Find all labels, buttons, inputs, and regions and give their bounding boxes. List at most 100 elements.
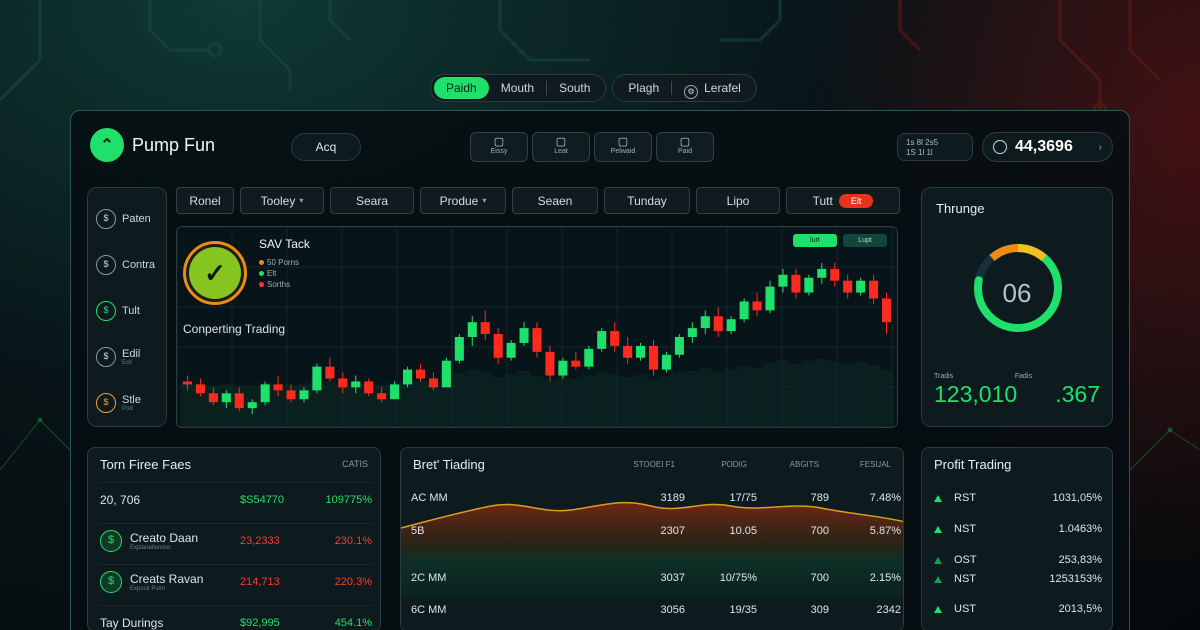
tool-button[interactable]: ▢ Pelwaid [594, 132, 652, 162]
row-name-label: Tay Durings [100, 615, 164, 630]
table-row[interactable]: RST 1031,05% [934, 489, 1102, 507]
table-row[interactable]: 2C MM 3037 10/75% 700 2.15% [411, 568, 901, 588]
row-name: Tay Durings [100, 616, 240, 630]
filter-tab[interactable]: Tooley ▾ [240, 187, 324, 214]
candle[interactable] [454, 334, 464, 364]
candle[interactable] [739, 298, 749, 323]
candle[interactable] [843, 274, 853, 299]
candle[interactable] [804, 274, 814, 296]
filter-tab[interactable]: Tutt Elt [786, 187, 900, 214]
row-name: 2C MM [411, 572, 447, 584]
app-logo[interactable]: ⌃ Pump Fun [90, 128, 215, 162]
chart-toggle[interactable]: lurt [793, 234, 837, 247]
top-nav-item[interactable]: ⚙ Lerafel [672, 77, 753, 99]
volume-bar [776, 360, 790, 427]
candle[interactable] [830, 262, 840, 287]
sidebar-item[interactable]: $ Tult [88, 288, 166, 334]
column-header: STOOEI F1 [633, 460, 675, 469]
filter-tab[interactable]: Lipo [696, 187, 780, 214]
candle[interactable] [519, 322, 529, 346]
candle[interactable] [765, 280, 775, 314]
table-row[interactable]: $ Creats Ravan Exposit Pstrn 214,713 220.3% [100, 564, 372, 598]
candle[interactable] [506, 339, 516, 361]
table-row[interactable]: OST 253,83% [934, 551, 1102, 569]
candle[interactable] [881, 292, 892, 335]
tool-button[interactable]: ▢ Leat [532, 132, 590, 162]
row-value: 2013,5% [1058, 603, 1102, 615]
table-row[interactable]: $ Creato Daan Explanationdoc 23,2333 230.1% [100, 523, 372, 557]
candle[interactable] [312, 363, 322, 394]
legend-dot [259, 271, 264, 276]
filter-tab[interactable]: Seaen [512, 187, 598, 214]
row-name: NST [954, 573, 976, 585]
table-row[interactable]: NST 1253153% [934, 570, 1102, 588]
candle[interactable] [636, 342, 646, 361]
candle[interactable] [260, 381, 270, 406]
volume-bar [608, 374, 622, 427]
dollar-icon: $ [96, 209, 116, 229]
candle[interactable] [325, 357, 335, 382]
candle[interactable] [700, 310, 710, 335]
balance-display[interactable]: 44,3696 › [982, 132, 1113, 162]
candle[interactable] [674, 334, 684, 358]
chart-toggle[interactable]: Lupt [843, 234, 887, 247]
sidebar-item[interactable]: $ Contra [88, 242, 166, 288]
candle[interactable] [545, 345, 555, 382]
top-nav-item[interactable]: South [547, 77, 602, 99]
candle[interactable] [441, 357, 451, 388]
candle-body [480, 322, 490, 335]
candle[interactable] [648, 339, 659, 376]
table-row[interactable]: 5B 2307 10.05 700 5.87% [411, 521, 901, 541]
candle[interactable] [713, 307, 723, 337]
candle[interactable] [403, 366, 413, 388]
candle[interactable] [571, 351, 581, 370]
candle[interactable] [661, 351, 671, 373]
candle[interactable] [532, 322, 542, 358]
sidebar-item[interactable]: $ Stle Pod [88, 380, 166, 426]
table-row[interactable]: AC MM 3189 17/75 789 7.48% [411, 488, 901, 508]
top-nav-item[interactable]: Mouth [489, 77, 546, 99]
candle[interactable] [597, 328, 607, 352]
filter-tab[interactable]: Ronel [176, 187, 234, 214]
filter-tab[interactable]: Tunday [604, 187, 690, 214]
candle[interactable] [687, 322, 697, 343]
candle[interactable] [584, 345, 594, 370]
candle[interactable] [778, 268, 788, 293]
sidebar-item[interactable]: $ Paten [88, 196, 166, 242]
top-nav-item[interactable]: Paidh [434, 77, 489, 99]
table-row[interactable]: NST 1.0463% [934, 520, 1102, 538]
candle[interactable] [791, 268, 801, 299]
candle[interactable] [558, 357, 568, 379]
tool-button[interactable]: ▢ Eissy [470, 132, 528, 162]
candle[interactable] [493, 328, 503, 364]
filter-tab[interactable]: Seara [330, 187, 414, 214]
candle[interactable] [480, 310, 490, 340]
candle[interactable] [467, 316, 477, 346]
acq-button[interactable]: Acq [291, 133, 361, 161]
candle[interactable] [752, 292, 762, 317]
row-value: 19/35 [729, 604, 757, 616]
candle[interactable] [415, 363, 426, 382]
table-row[interactable]: UST 2013,5% [934, 600, 1102, 618]
candle[interactable] [726, 316, 736, 335]
candle[interactable] [623, 337, 633, 364]
volume-bar [750, 367, 764, 427]
row-value: 789 [810, 492, 829, 504]
candle[interactable] [817, 262, 827, 284]
filter-tab-badge[interactable]: Elt [838, 193, 874, 208]
candle[interactable] [856, 277, 866, 296]
candle[interactable] [869, 274, 879, 305]
sidebar-item[interactable]: $ Edil Ecil [88, 334, 166, 380]
top-nav-group-primary: Paidh Mouth South [430, 74, 607, 102]
table-row[interactable]: Tay Durings $92,995 454.1% [100, 605, 372, 630]
tool-button[interactable]: ▢ Paid [656, 132, 714, 162]
table-row[interactable]: 6C MM 3056 19/35 309 2342 [411, 600, 901, 620]
column-header: ABGITS [789, 460, 819, 469]
volume-bar [711, 371, 725, 427]
volume-bar [724, 369, 738, 427]
filter-tab[interactable]: Produe ▾ [420, 187, 506, 214]
top-nav-item[interactable]: Plagh [616, 77, 671, 99]
candle-body [623, 345, 633, 358]
row-value: 17/75 [729, 492, 757, 504]
table-row[interactable]: 20, 706 $S54770 109775% [100, 482, 372, 516]
